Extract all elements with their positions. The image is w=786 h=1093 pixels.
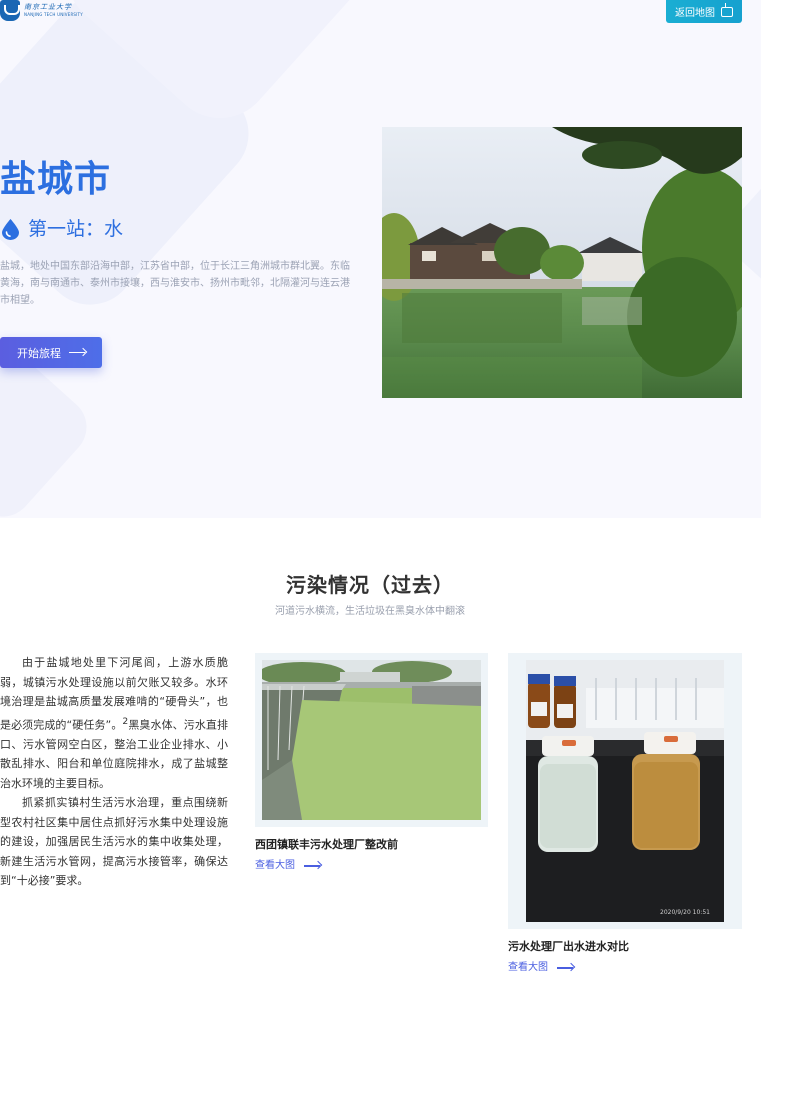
- water-drop-icon: [2, 218, 19, 240]
- treatment-plant-photo[interactable]: [262, 660, 481, 820]
- city-title: 盐城市: [0, 159, 112, 200]
- view-large-image-label: 查看大图: [508, 962, 548, 973]
- view-large-image-link[interactable]: 查看大图: [508, 960, 573, 976]
- section-title: 污染情况（过去）: [286, 573, 454, 597]
- start-journey-label: 开始旅程: [17, 346, 61, 360]
- arrow-right-icon: [304, 865, 320, 867]
- section-body-text: 由于盐城地处里下河尾闾，上游水质脆弱，城镇污水处理设施以前欠账又较多。水环境治理…: [0, 653, 228, 891]
- arrow-right-icon: [557, 967, 573, 969]
- photo-caption: 污水处理厂出水进水对比: [508, 940, 629, 953]
- university-emblem-icon: [0, 0, 20, 21]
- back-to-map-button[interactable]: 返回地图: [666, 0, 742, 23]
- body-paragraph: 由于盐城地处里下河尾闾，上游水质脆弱，城镇污水处理设施以前欠账又较多。水环境治理…: [0, 656, 228, 790]
- photo-timestamp: 2020/9/20 10:51: [660, 909, 710, 916]
- body-paragraph: 抓紧抓实镇村生活污水治理，重点围绕新型农村社区集中居住点抓好污水集中处理设施的建…: [0, 796, 228, 888]
- view-large-image-link[interactable]: 查看大图: [255, 858, 320, 874]
- photo-caption: 西团镇联丰污水处理厂整改前: [255, 838, 398, 851]
- city-intro: 盐城，地处中国东部沿海中部，江苏省中部，位于长江三角洲城市群北翼。东临黄海，南与…: [0, 261, 350, 306]
- return-icon: [721, 2, 733, 17]
- logo-name-cn: 南京工业大学: [24, 3, 72, 11]
- start-journey-button[interactable]: 开始旅程: [0, 337, 102, 368]
- station-label: 第一站：水: [28, 218, 124, 240]
- view-large-image-label: 查看大图: [255, 860, 295, 871]
- university-logo[interactable]: 南京工业大学 NANJING TECH UNIVERSITY: [0, 0, 83, 21]
- hero-photo: [382, 127, 742, 398]
- back-to-map-label: 返回地图: [675, 8, 715, 19]
- station-heading: 第一站：水: [2, 215, 123, 243]
- decorative-shape: [45, 0, 385, 140]
- section-subtitle: 河道污水横流，生活垃圾在黑臭水体中翻滚: [275, 606, 465, 617]
- hero-section: 南京工业大学 NANJING TECH UNIVERSITY 返回地图 盐城市 …: [0, 0, 761, 518]
- arrow-right-icon: [69, 351, 85, 354]
- water-sample-comparison-photo[interactable]: 2020/9/20 10:51: [526, 660, 724, 922]
- logo-name-en: NANJING TECH UNIVERSITY: [24, 12, 83, 17]
